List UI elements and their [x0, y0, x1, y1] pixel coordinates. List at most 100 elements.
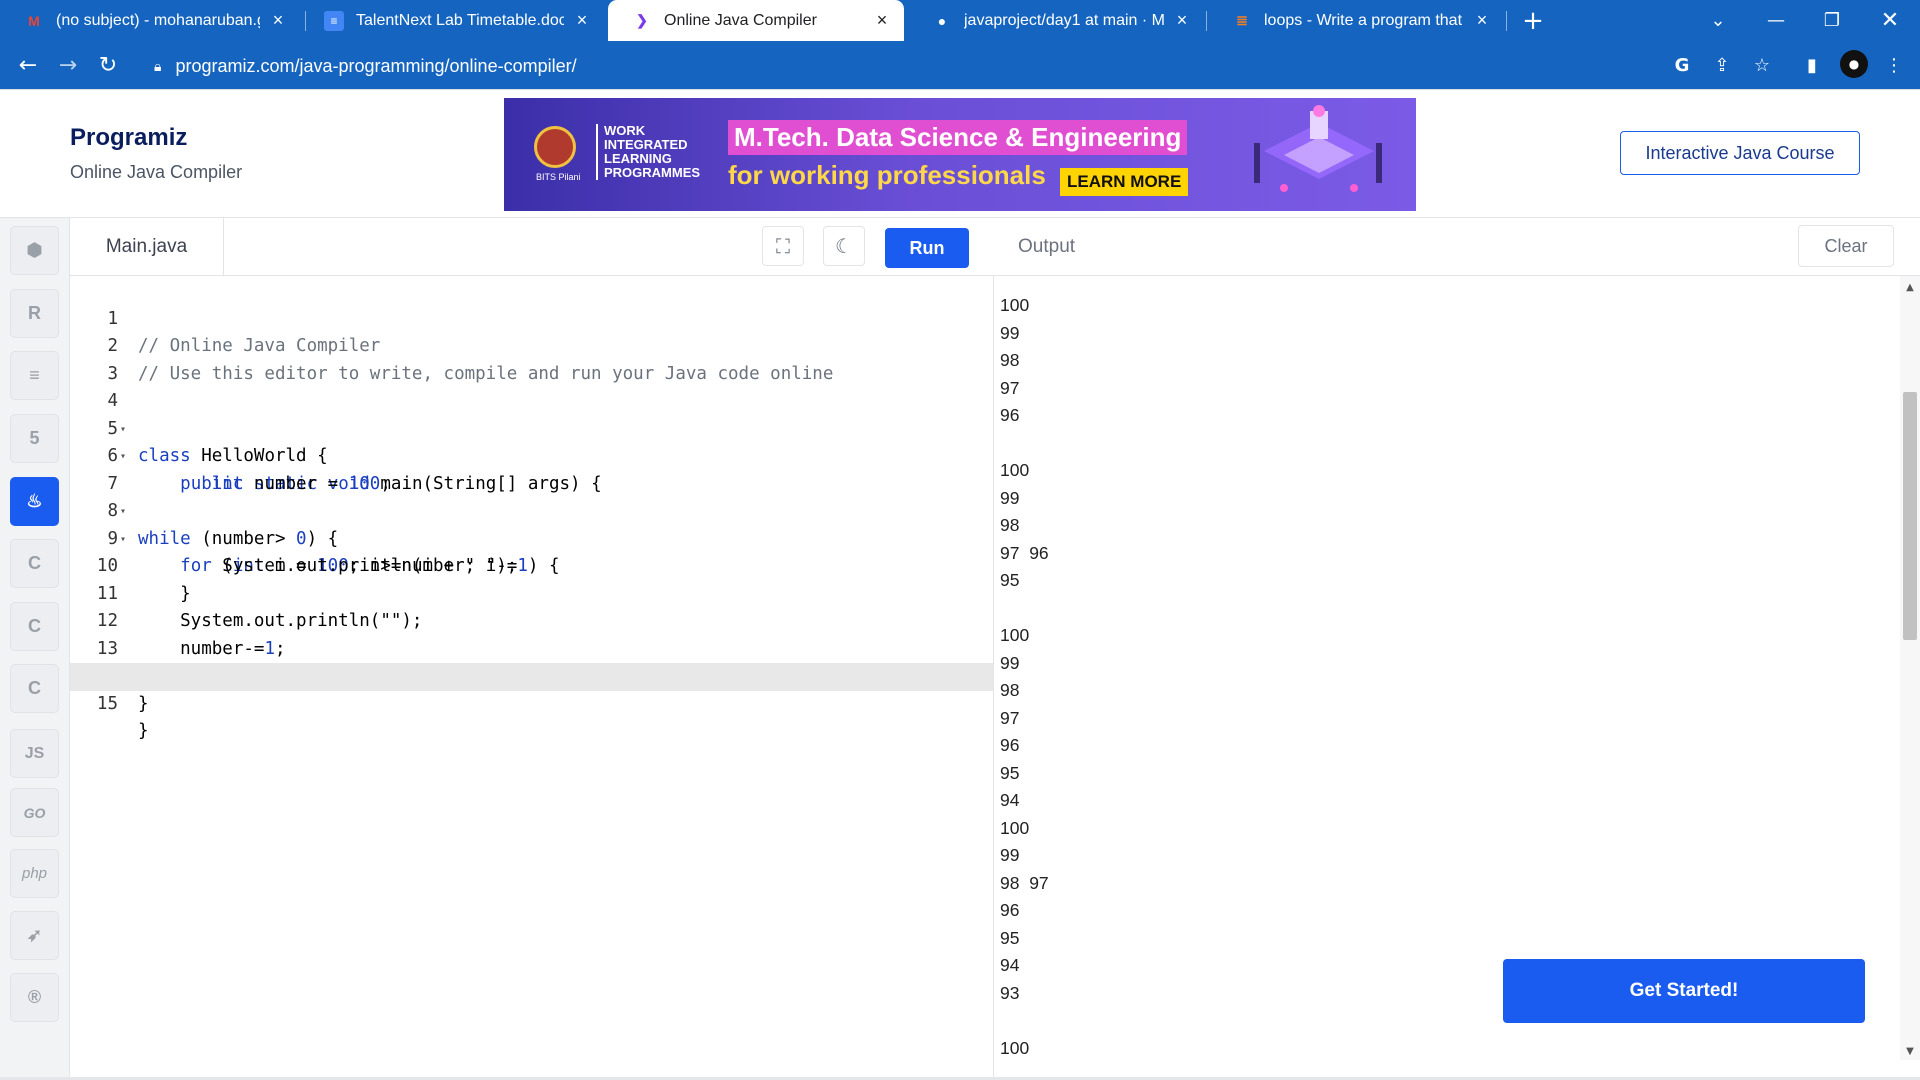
code-text: }: [138, 721, 149, 741]
browser-tab-bar: M (no subject) - mohanaruban.g.20 × ≡ Ta…: [0, 0, 1920, 41]
code-line: 14 }: [70, 636, 993, 714]
code-line: 8 ▾ for (int i = 100; i>=number; i-=1) {: [70, 471, 993, 576]
output-line: 98: [1000, 350, 1020, 370]
wilp-line: WORK: [604, 123, 646, 138]
file-tab-main-java[interactable]: Main.java: [70, 218, 224, 276]
cpp-icon[interactable]: C: [10, 602, 59, 651]
run-button[interactable]: Run: [885, 228, 969, 268]
page-subtitle: Online Java Compiler: [70, 162, 243, 182]
seal-caption: BITS Pilani: [536, 172, 581, 182]
code-line: 12 number-=1;: [70, 581, 993, 659]
avatar[interactable]: ●: [1840, 50, 1868, 78]
menu-icon[interactable]: ⋮: [1882, 53, 1906, 77]
close-icon[interactable]: ×: [872, 10, 892, 31]
fullscreen-icon[interactable]: ⛶: [762, 226, 804, 266]
restore-icon[interactable]: ❐: [1804, 0, 1860, 41]
python-icon[interactable]: ⬢: [10, 226, 59, 275]
tab-title: loops - Write a program that prin: [1264, 11, 1464, 29]
tab-title: TalentNext Lab Timetable.docx - G: [356, 11, 564, 29]
output-toolbar: Output Clear: [994, 218, 1920, 276]
code-text: }: [138, 693, 149, 714]
scroll-up-icon[interactable]: ▲: [1900, 282, 1920, 298]
code-editor[interactable]: 1 // Online Java Compiler 2 // Use this …: [70, 276, 994, 1080]
wilp-line: LEARNING: [604, 151, 672, 166]
address-bar: ← → ↻ 🔒︎ programiz.com/java-programming/…: [0, 41, 1920, 90]
new-tab-button[interactable]: +: [1505, 0, 1561, 41]
gmail-icon: M: [28, 12, 40, 29]
tab-separator: [1206, 11, 1207, 31]
output-line: 97: [1000, 707, 1020, 728]
output-line: 96: [1000, 405, 1020, 425]
interactive-course-button[interactable]: Interactive Java Course: [1620, 131, 1860, 175]
go-icon[interactable]: GO: [10, 788, 59, 837]
close-icon[interactable]: ×: [1472, 10, 1492, 31]
output-line: 94: [1000, 790, 1020, 810]
output-line: 95: [1000, 927, 1020, 948]
php-icon[interactable]: php: [10, 849, 59, 898]
close-icon[interactable]: ×: [268, 10, 288, 31]
browser-tab-compiler[interactable]: ❯ Online Java Compiler ×: [608, 0, 904, 41]
wilp-line: INTEGRATED: [604, 137, 688, 152]
javascript-icon[interactable]: JS: [10, 729, 59, 778]
swift-icon[interactable]: ➶: [10, 911, 59, 960]
browser-tab-docs[interactable]: ≡ TalentNext Lab Timetable.docx - G ×: [300, 0, 604, 41]
wilp-label: WORK INTEGRATED LEARNING PROGRAMMES: [596, 124, 706, 180]
code-line: 3: [70, 333, 993, 384]
browser-tab-github[interactable]: ● javaproject/day1 at main · Mohan ×: [908, 0, 1204, 41]
browser-tab-stackoverflow[interactable]: ≣ loops - Write a program that prin ×: [1208, 0, 1504, 41]
reload-icon[interactable]: ↻: [92, 49, 124, 81]
output-line: 97 96: [1000, 542, 1049, 563]
url-text: programiz.com/java-programming/online-co…: [175, 55, 577, 76]
close-icon[interactable]: ×: [572, 10, 592, 31]
back-icon[interactable]: ←: [12, 49, 44, 81]
minimize-icon[interactable]: —: [1748, 0, 1804, 41]
output-line: 99: [1000, 322, 1020, 343]
scroll-down-icon[interactable]: ▼: [1900, 1046, 1920, 1062]
output-line: 96: [1000, 900, 1020, 920]
output-title: Output: [1018, 236, 1076, 257]
output-line: 100: [1000, 460, 1030, 480]
close-window-icon[interactable]: ✕: [1862, 0, 1918, 41]
rust-icon[interactable]: ®: [10, 973, 59, 1022]
programiz-logo[interactable]: Programiz: [70, 124, 187, 152]
output-line: 97: [1000, 377, 1020, 398]
csharp-icon[interactable]: C: [10, 664, 59, 713]
tab-title: javaproject/day1 at main · Mohan: [964, 11, 1164, 29]
code-line: 5 ▾ public static void main(String[] arg…: [70, 388, 993, 494]
code-line: 9 System.out.println(i + " ");: [70, 498, 993, 577]
side-panel-icon[interactable]: ▮: [1800, 53, 1824, 77]
ad-banner[interactable]: BITS Pilani WORK INTEGRATED LEARNING PRO…: [504, 98, 1416, 211]
get-started-button[interactable]: Get Started!: [1503, 959, 1865, 1023]
sql-icon[interactable]: ≡: [10, 351, 59, 400]
tab-title: Online Java Compiler: [664, 11, 817, 29]
learn-more-button[interactable]: LEARN MORE: [1060, 168, 1189, 196]
output-line: 99: [1000, 487, 1020, 508]
share-icon[interactable]: ⇪: [1710, 53, 1734, 77]
lock-icon: 🔒︎: [154, 57, 162, 74]
browser-tab-gmail[interactable]: M (no subject) - mohanaruban.g.20 ×: [0, 0, 300, 41]
google-icon[interactable]: G: [1670, 53, 1694, 77]
clear-button[interactable]: Clear: [1798, 225, 1894, 267]
code-line: 2 // Use this editor to write, compile a…: [70, 306, 993, 384]
r-lang-icon[interactable]: R: [10, 289, 59, 338]
url-input[interactable]: 🔒︎ programiz.com/java-programming/online…: [138, 48, 1638, 84]
code-line: 6 int number = 100;: [70, 416, 993, 494]
star-icon[interactable]: ☆: [1750, 53, 1774, 77]
output-line: 98 97: [1000, 872, 1049, 893]
forward-icon[interactable]: →: [52, 49, 84, 81]
c-icon[interactable]: C: [10, 539, 59, 588]
output-line: 99: [1000, 652, 1020, 673]
logo-text: Programiz: [70, 124, 188, 151]
output-line: 95: [1000, 570, 1020, 590]
banner-tagline: for working professionals: [728, 160, 1046, 190]
code-line: 4 ▾ class HelloWorld {: [70, 361, 993, 466]
java-icon[interactable]: ♨: [10, 477, 59, 526]
scrollbar-thumb[interactable]: [1903, 392, 1917, 640]
tab-search-icon[interactable]: ⌄: [1690, 0, 1746, 41]
editor-toolbar: Main.java ⛶ ☾ Run: [70, 218, 994, 276]
site-header: Programiz Online Java Compiler BITS Pila…: [0, 90, 1920, 218]
html-icon[interactable]: 5: [10, 414, 59, 463]
bits-seal-icon: [534, 126, 576, 168]
close-icon[interactable]: ×: [1172, 10, 1192, 31]
dark-mode-icon[interactable]: ☾: [823, 226, 865, 266]
